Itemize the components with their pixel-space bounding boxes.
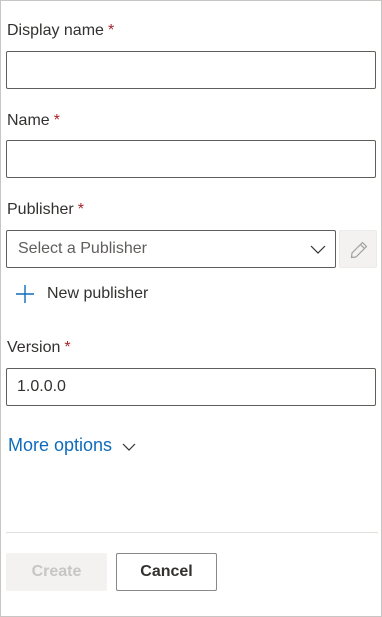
display-name-required-mark: * — [107, 22, 115, 39]
plus-icon — [16, 285, 34, 303]
more-options-label: More options — [8, 435, 113, 455]
name-label: Name * — [7, 112, 60, 130]
publisher-placeholder: Select a Publisher — [18, 240, 147, 257]
new-publisher-label: New publisher — [47, 285, 149, 302]
more-options-toggle[interactable]: More options — [8, 435, 136, 456]
display-name-label-text: Display name — [7, 22, 104, 39]
version-required-mark: * — [64, 339, 71, 356]
display-name-input[interactable] — [6, 51, 376, 89]
create-button[interactable]: Create — [6, 553, 107, 591]
pencil-icon — [350, 241, 368, 259]
publisher-required-mark: * — [77, 201, 84, 218]
cancel-button[interactable]: Cancel — [116, 553, 217, 591]
version-input[interactable] — [6, 368, 376, 406]
new-publisher-button[interactable]: New publisher — [15, 283, 148, 305]
publisher-label-text: Publisher — [7, 201, 74, 218]
create-panel: Display name * Name * Publisher * Select a … — [0, 0, 382, 617]
chevron-down-icon — [122, 443, 136, 451]
name-label-text: Name — [7, 112, 50, 129]
version-label-text: Version — [7, 339, 61, 356]
display-name-label: Display name * — [7, 22, 114, 40]
chevron-down-icon — [310, 245, 326, 254]
version-label: Version * — [7, 339, 71, 357]
name-required-mark: * — [53, 112, 60, 129]
publisher-dropdown[interactable]: Select a Publisher — [6, 230, 336, 268]
edit-publisher-button[interactable] — [339, 230, 377, 268]
footer-divider — [6, 532, 378, 533]
name-input[interactable] — [6, 140, 376, 178]
publisher-label: Publisher * — [7, 201, 84, 219]
